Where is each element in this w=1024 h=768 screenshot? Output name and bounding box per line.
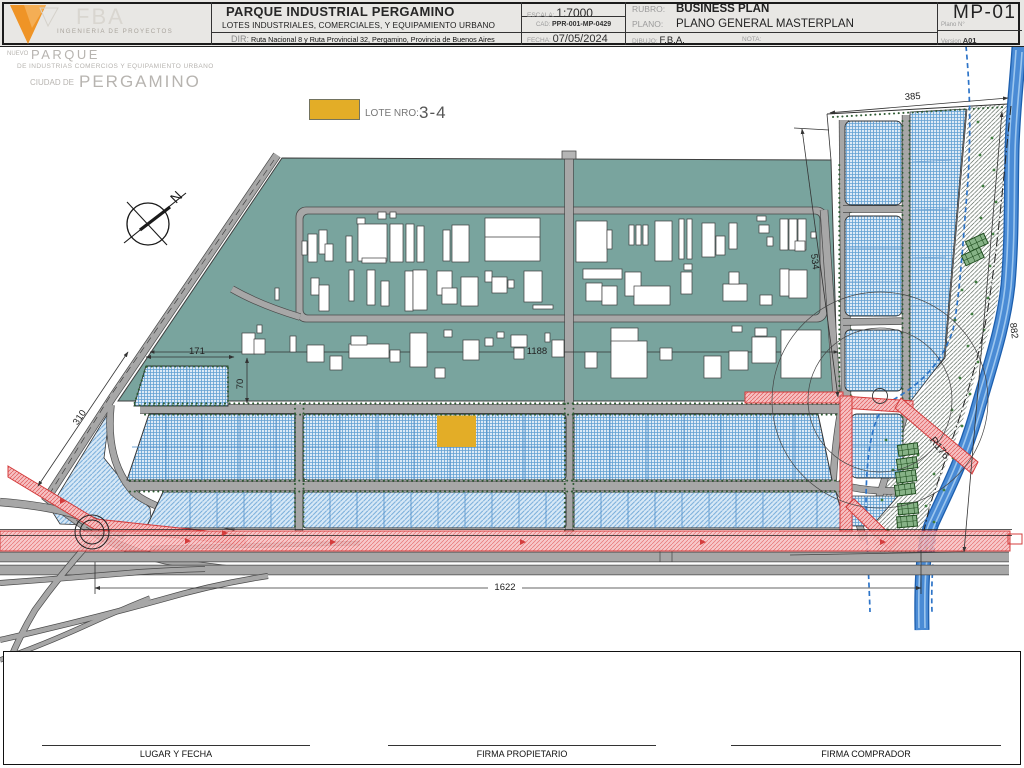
svg-text:882: 882 — [1007, 322, 1020, 339]
svg-text:N: N — [167, 188, 185, 206]
svg-text:385: 385 — [904, 91, 921, 103]
svg-text:534: 534 — [808, 253, 821, 270]
svg-text:70: 70 — [235, 379, 246, 390]
svg-text:310: 310 — [71, 408, 89, 427]
svg-text:171: 171 — [189, 346, 205, 357]
svg-text:1622: 1622 — [494, 582, 515, 593]
svg-text:1188: 1188 — [527, 346, 547, 357]
